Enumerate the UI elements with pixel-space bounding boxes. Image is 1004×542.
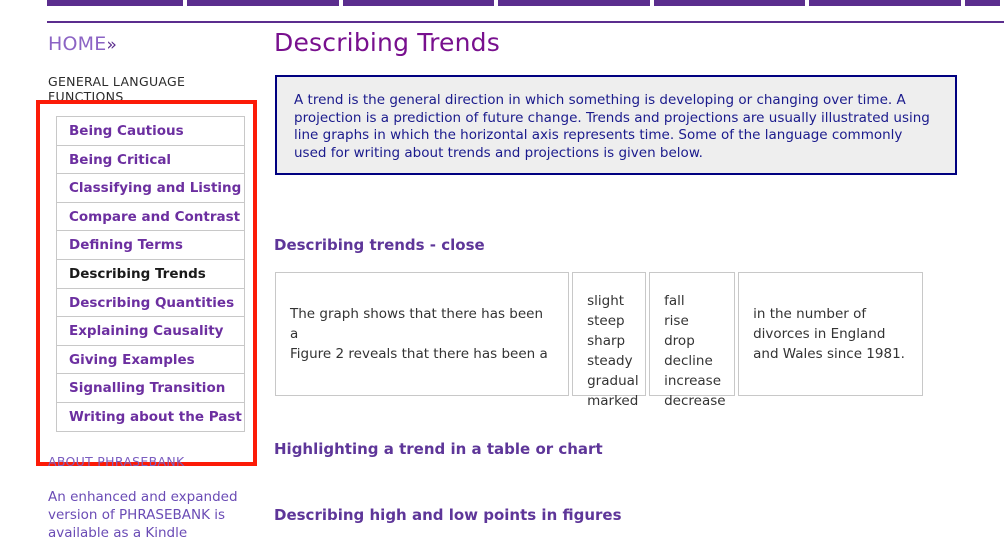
header-divider xyxy=(47,21,1004,23)
sidebar-item-signalling-transition[interactable]: Signalling Transition xyxy=(57,374,244,403)
nav-segment-6[interactable] xyxy=(809,0,961,6)
nav-segment-7[interactable] xyxy=(964,0,1001,6)
phrase-sentences-text: The graph shows that there has been a Fi… xyxy=(290,306,548,362)
nav-segment-2[interactable] xyxy=(186,0,339,6)
section-heading-highlighting-a-trend: Highlighting a trend in a table or chart xyxy=(274,440,603,458)
chevron-right-icon: » xyxy=(106,35,118,55)
phrase-table: The graph shows that there has been a Fi… xyxy=(275,272,923,409)
sidebar-menu-list: Being Cautious Being Critical Classifyin… xyxy=(56,116,245,432)
sidebar-item-classifying-and-listing[interactable]: Classifying and Listing xyxy=(57,174,244,203)
sidebar-item-explaining-causality[interactable]: Explaining Causality xyxy=(57,317,244,346)
sidebar-item-compare-and-contrast[interactable]: Compare and Contrast xyxy=(57,203,244,232)
phrase-tail-text: in the number of divorces in England and… xyxy=(753,306,905,362)
intro-text: A trend is the general direction in whic… xyxy=(294,92,930,161)
sidebar-item-being-cautious[interactable]: Being Cautious xyxy=(57,117,244,146)
nav-segment-3[interactable] xyxy=(342,0,495,6)
page-title: Describing Trends xyxy=(274,28,500,57)
about-phrasebank-label[interactable]: ABOUT PHRASEBANK xyxy=(48,454,184,469)
nav-segment-1[interactable] xyxy=(47,0,183,6)
phrase-cell-tail: in the number of divorces in England and… xyxy=(738,272,923,396)
sidebar-item-giving-examples[interactable]: Giving Examples xyxy=(57,346,244,375)
sidebar-item-writing-about-the-past[interactable]: Writing about the Past xyxy=(57,403,244,432)
about-phrasebank-text: An enhanced and expanded version of PHRA… xyxy=(48,489,238,541)
sidebar-menu-highlight-box: Being Cautious Being Critical Classifyin… xyxy=(36,100,257,466)
section-heading-describing-trends-close: Describing trends - close xyxy=(274,236,485,254)
nav-segment-5[interactable] xyxy=(653,0,806,6)
sidebar-item-defining-terms[interactable]: Defining Terms xyxy=(57,231,244,260)
top-navigation-bar[interactable] xyxy=(0,0,1004,6)
nav-segment-4[interactable] xyxy=(498,0,650,6)
section-heading-high-and-low-points: Describing high and low points in figure… xyxy=(274,506,622,524)
sidebar-item-describing-trends[interactable]: Describing Trends xyxy=(57,260,244,289)
phrase-nouns-text: fall rise drop decline increase decrease xyxy=(664,293,726,409)
main-content: Describing Trends A trend is the general… xyxy=(262,28,1004,542)
sidebar-item-describing-quantities[interactable]: Describing Quantities xyxy=(57,289,244,318)
breadcrumb-home-link[interactable]: HOME xyxy=(48,33,106,55)
phrase-cell-nouns: fall rise drop decline increase decrease xyxy=(649,272,736,409)
phrase-cell-adjectives: slight steep sharp steady gradual marked xyxy=(572,272,647,409)
sidebar-item-being-critical[interactable]: Being Critical xyxy=(57,146,244,175)
phrase-cell-sentences: The graph shows that there has been a Fi… xyxy=(275,272,570,396)
intro-callout-box: A trend is the general direction in whic… xyxy=(275,75,957,175)
breadcrumb[interactable]: HOME» xyxy=(48,33,117,55)
phrase-adjectives-text: slight steep sharp steady gradual marked xyxy=(587,293,639,409)
sidebar: HOME» GENERAL LANGUAGE FUNCTIONS Being C… xyxy=(0,28,262,542)
